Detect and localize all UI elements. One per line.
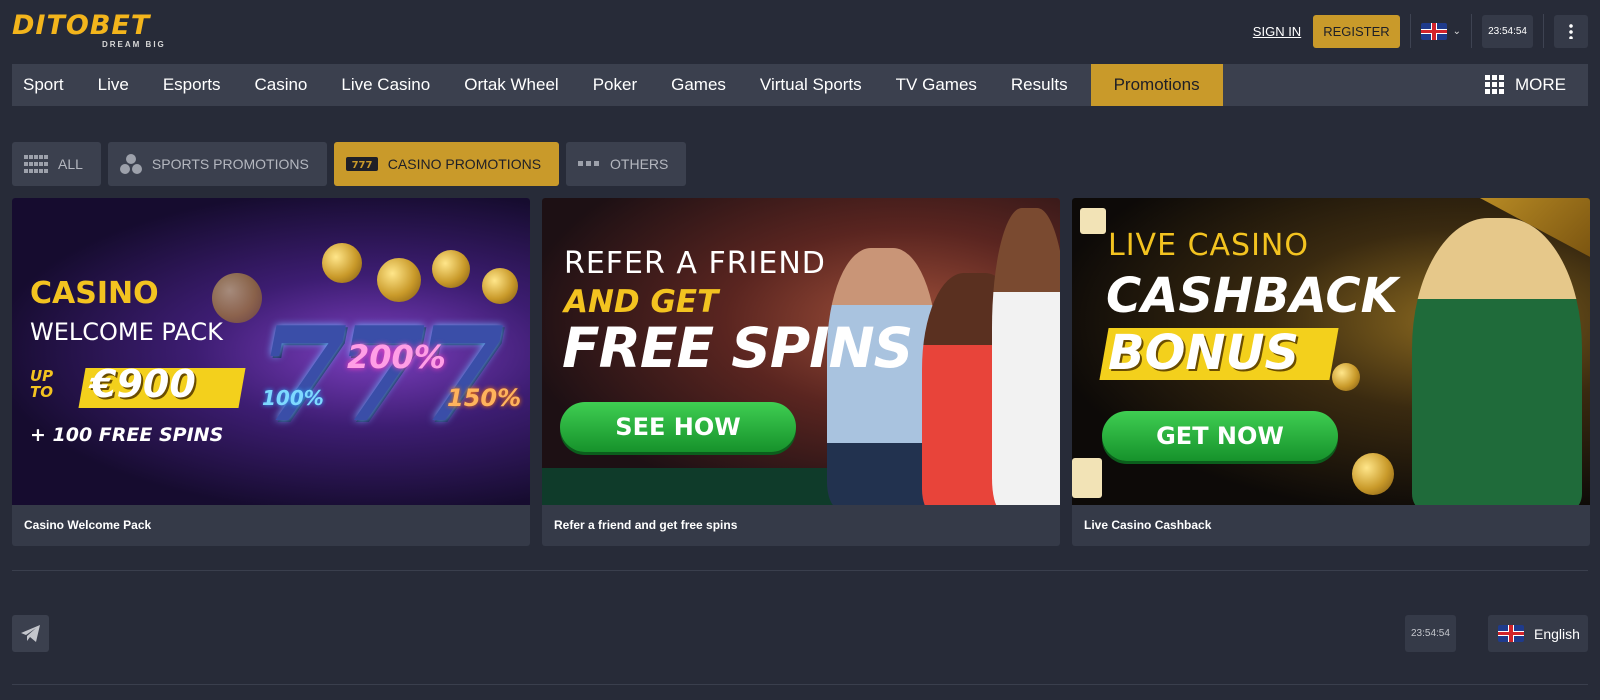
language-label: English <box>1534 625 1580 642</box>
divider <box>1543 14 1544 48</box>
banner-extra: + 100 FREE SPINS <box>30 424 224 446</box>
nav-ortak-wheel[interactable]: Ortak Wheel <box>453 64 581 106</box>
promo-card-refer-friend[interactable]: REFER A FRIEND AND GET FREE SPINS SEE HO… <box>542 198 1060 546</box>
nav-sport[interactable]: Sport <box>12 64 87 106</box>
chevron-down-icon: ⌄ <box>1452 25 1462 37</box>
filter-all-label: ALL <box>58 156 83 172</box>
dots-icon <box>578 161 600 166</box>
banner-line2: AND GET <box>564 284 719 320</box>
nav-virtual-sports[interactable]: Virtual Sports <box>749 64 885 106</box>
pct-100: 100% <box>262 386 324 410</box>
pct-200: 200% <box>347 338 446 376</box>
nav-more-button[interactable]: MORE <box>1485 64 1588 106</box>
coin-icon <box>432 250 470 288</box>
filter-casino-promotions[interactable]: 777 CASINO PROMOTIONS <box>333 142 560 186</box>
promo-card-title: Refer a friend and get free spins <box>554 518 738 532</box>
nav-poker[interactable]: Poker <box>582 64 660 106</box>
promo-filters: ALL SPORTS PROMOTIONS 777 CASINO PROMOTI… <box>12 142 687 186</box>
promo-card-casino-welcome[interactable]: 777 CASINO WELCOME PACK UP TO €900 + 100… <box>12 198 530 546</box>
banner-line2: CASHBACK <box>1106 268 1398 324</box>
svg-text:777: 777 <box>351 160 372 171</box>
filter-sports-promotions[interactable]: SPORTS PROMOTIONS <box>107 142 327 186</box>
register-button[interactable]: REGISTER <box>1313 14 1400 48</box>
nav-casino[interactable]: Casino <box>243 64 330 106</box>
nav-promotions[interactable]: Promotions <box>1090 64 1223 106</box>
nav-results[interactable]: Results <box>1000 64 1091 106</box>
coin-icon <box>1332 363 1360 391</box>
coin-icon <box>322 243 362 283</box>
banner-line3: FREE SPINS <box>562 316 913 380</box>
banner-line2: WELCOME PACK <box>30 318 223 346</box>
divider <box>12 570 1588 571</box>
divider <box>1409 14 1411 48</box>
see-how-button[interactable]: SEE HOW <box>560 402 796 452</box>
promo-banner-casino-welcome[interactable]: 777 CASINO WELCOME PACK UP TO €900 + 100… <box>12 198 530 505</box>
banner-amount: €900 <box>90 362 196 406</box>
filter-sports-label: SPORTS PROMOTIONS <box>151 156 309 172</box>
footer-language-button[interactable]: English <box>1488 615 1588 652</box>
grid-icon <box>24 155 48 173</box>
filter-casino-label: CASINO PROMOTIONS <box>387 156 542 172</box>
promo-banner-refer-friend[interactable]: REFER A FRIEND AND GET FREE SPINS SEE HO… <box>542 198 1060 505</box>
balls-icon <box>119 154 142 174</box>
banner-line1: CASINO <box>30 276 159 311</box>
vertical-dots-icon <box>1569 23 1573 39</box>
divider <box>1471 14 1473 48</box>
dice-icon <box>1080 208 1106 234</box>
footer-clock: 23:54:54 <box>1405 615 1456 652</box>
coin-icon <box>377 258 421 302</box>
promo-card-title: Casino Welcome Pack <box>24 518 152 532</box>
banner-line3: BONUS <box>1108 325 1300 381</box>
nav-games[interactable]: Games <box>660 64 749 106</box>
language-selector[interactable]: ⌄ <box>1420 22 1462 40</box>
logo-tagline: DREAM BIG <box>102 40 166 49</box>
nav-live[interactable]: Live <box>87 64 152 106</box>
dealer-graphic <box>1412 218 1582 505</box>
banner-upto: UP TO <box>30 367 54 401</box>
nav-live-casino[interactable]: Live Casino <box>330 64 453 106</box>
person-graphic <box>992 208 1060 505</box>
uk-flag-icon <box>1420 22 1447 40</box>
banner-line1: REFER A FRIEND <box>564 246 826 281</box>
logo[interactable]: DITOBET DREAM BIG <box>12 12 192 52</box>
dice-icon <box>1072 458 1102 498</box>
nav-tv-games[interactable]: TV Games <box>885 64 1000 106</box>
telegram-icon <box>20 624 40 642</box>
filter-others-label: OTHERS <box>610 156 669 172</box>
divider <box>12 684 1588 685</box>
promo-card-title: Live Casino Cashback <box>1084 518 1212 532</box>
filter-all[interactable]: ALL <box>12 142 101 186</box>
header: DITOBET DREAM BIG SIGN IN REGISTER ⌄ 23:… <box>0 0 1600 62</box>
telegram-button[interactable] <box>12 615 49 652</box>
logo-text: DITOBET <box>12 10 151 41</box>
promo-banner-live-cashback[interactable]: LIVE CASINO CASHBACK BONUS GET NOW <box>1072 198 1590 505</box>
kebab-menu-button[interactable] <box>1554 14 1588 48</box>
nav-more-label: MORE <box>1515 75 1566 94</box>
filter-others[interactable]: OTHERS <box>566 142 687 186</box>
get-now-button[interactable]: GET NOW <box>1102 411 1338 461</box>
main-nav: Sport Live Esports Casino Live Casino Or… <box>12 64 1588 106</box>
sign-in-link[interactable]: SIGN IN <box>1253 24 1301 39</box>
header-clock: 23:54:54 <box>1482 14 1533 48</box>
grid-icon <box>1485 75 1505 95</box>
pct-150: 150% <box>447 384 522 412</box>
uk-flag-icon <box>1498 625 1524 642</box>
coin-icon <box>212 273 262 323</box>
banner-line1: LIVE CASINO <box>1108 228 1309 263</box>
nav-esports[interactable]: Esports <box>152 64 244 106</box>
slot-777-icon: 777 <box>345 157 378 171</box>
header-actions: SIGN IN REGISTER ⌄ 23:54:54 <box>1253 14 1588 48</box>
promo-card-live-cashback[interactable]: LIVE CASINO CASHBACK BONUS GET NOW Live … <box>1072 198 1590 546</box>
coin-icon <box>1352 453 1394 495</box>
promo-cards: 777 CASINO WELCOME PACK UP TO €900 + 100… <box>12 198 1590 546</box>
